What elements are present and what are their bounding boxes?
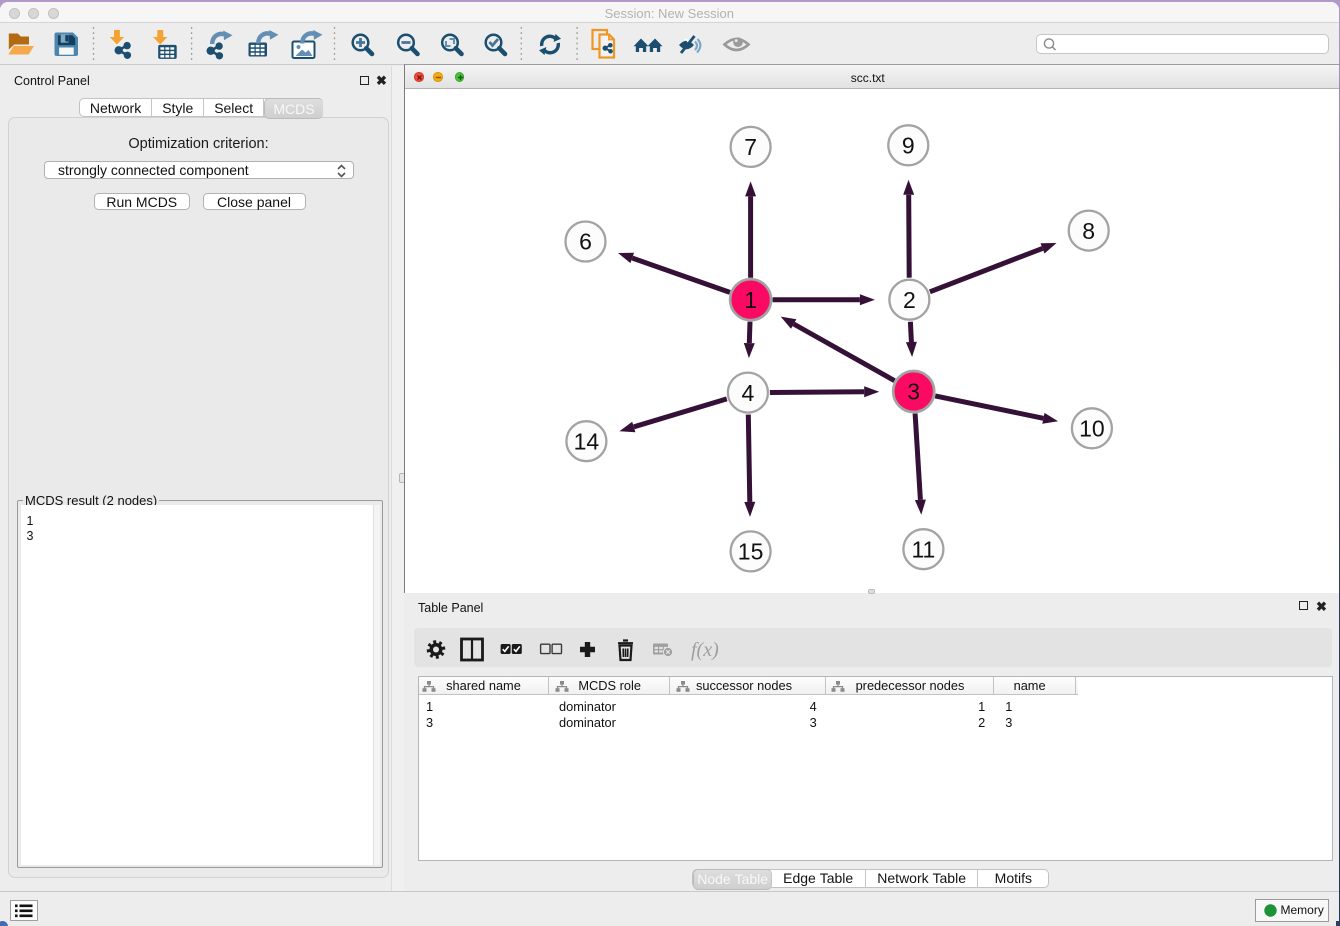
svg-text:7: 7 — [744, 134, 757, 160]
svg-text:9: 9 — [902, 133, 915, 159]
svg-text:4: 4 — [742, 380, 755, 406]
svg-text:15: 15 — [738, 539, 764, 565]
svg-text:10: 10 — [1079, 416, 1105, 442]
svg-text:f(x): f(x) — [691, 639, 719, 661]
svg-text:11: 11 — [911, 536, 935, 562]
svg-text:6: 6 — [579, 229, 592, 255]
svg-text:3: 3 — [907, 379, 920, 405]
svg-text:8: 8 — [1082, 218, 1095, 244]
svg-text:2: 2 — [903, 287, 916, 313]
svg-text:1: 1 — [744, 287, 757, 313]
svg-text:14: 14 — [574, 428, 600, 454]
